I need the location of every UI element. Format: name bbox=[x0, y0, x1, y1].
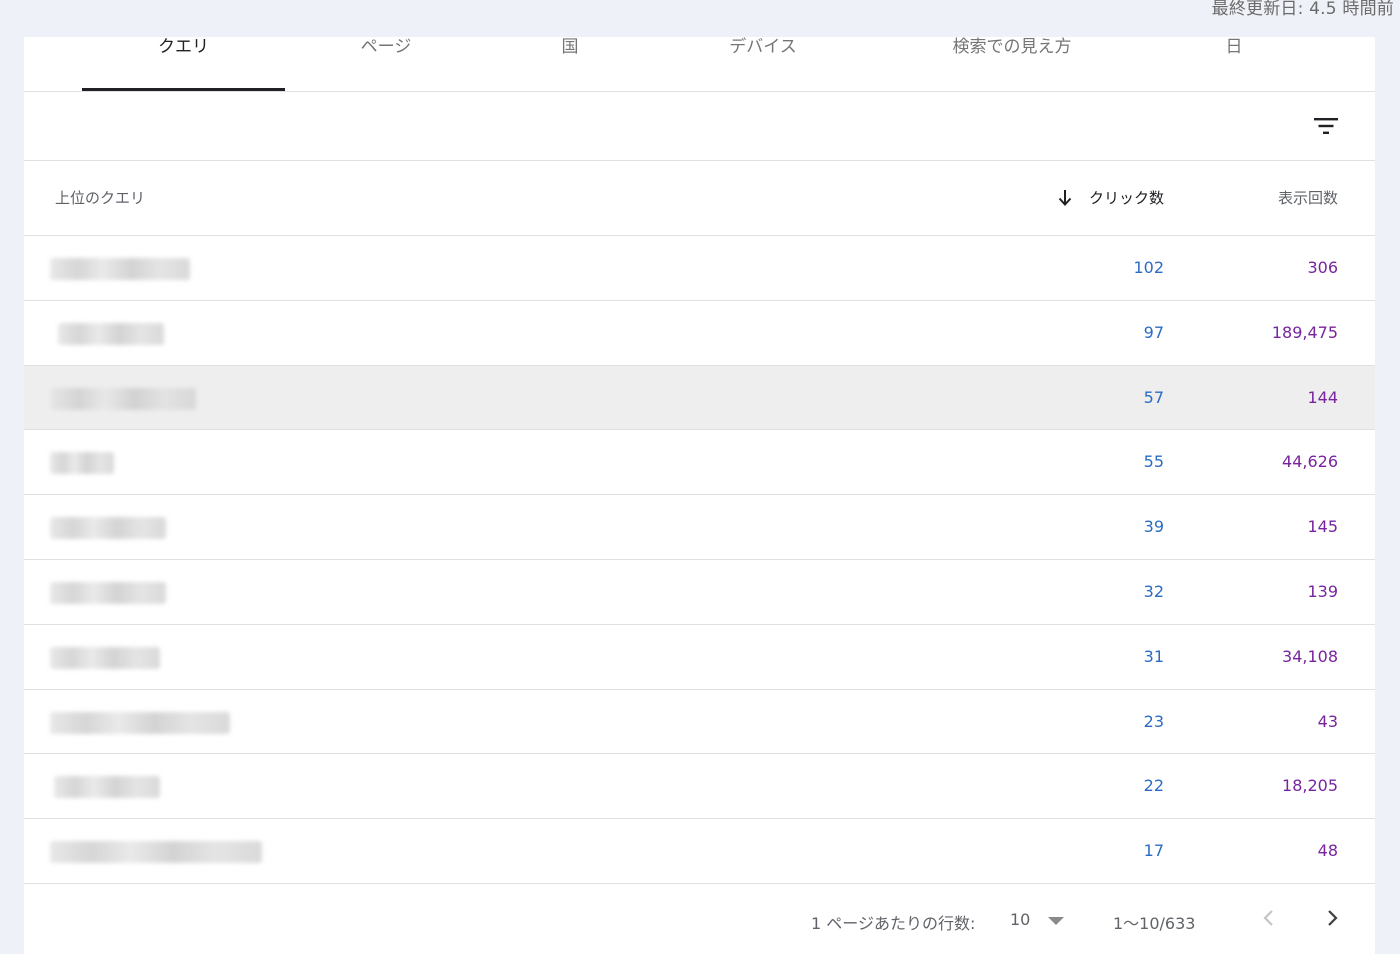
last-updated-text: 最終更新日: 4.5 時間前 bbox=[1211, 0, 1394, 19]
table-row[interactable]: 23 43 bbox=[24, 690, 1375, 755]
tab-country[interactable]: 国 bbox=[520, 35, 620, 90]
table-row[interactable]: 22 18,205 bbox=[24, 754, 1375, 820]
table-row[interactable]: 32 139 bbox=[24, 560, 1375, 625]
rows-per-page-label: 1 ページあたりの行数: bbox=[811, 914, 976, 933]
table-row[interactable]: 55 44,626 bbox=[24, 430, 1375, 496]
clicks-cell: 23 bbox=[1143, 711, 1164, 731]
clicks-cell: 55 bbox=[1143, 452, 1164, 472]
chevron-right-icon[interactable] bbox=[1320, 906, 1344, 930]
impressions-cell: 34,108 bbox=[1282, 646, 1338, 666]
tab-date[interactable]: 日 bbox=[1184, 35, 1284, 90]
dropdown-arrow-icon bbox=[1048, 917, 1064, 925]
redacted-query bbox=[50, 841, 262, 864]
impressions-cell: 48 bbox=[1317, 841, 1338, 861]
redacted-query bbox=[54, 776, 160, 799]
clicks-cell: 22 bbox=[1143, 776, 1164, 796]
redacted-query bbox=[50, 387, 196, 410]
arrow-downward-icon[interactable] bbox=[1057, 189, 1073, 207]
table-row[interactable]: 57 144 bbox=[24, 365, 1375, 431]
table-row[interactable]: 102 306 bbox=[24, 236, 1375, 301]
impressions-cell: 189,475 bbox=[1271, 322, 1338, 342]
clicks-cell: 17 bbox=[1143, 841, 1164, 861]
impressions-cell: 44,626 bbox=[1282, 452, 1338, 472]
impressions-cell: 145 bbox=[1307, 517, 1338, 537]
clicks-cell: 31 bbox=[1143, 646, 1164, 666]
table-row[interactable]: 17 48 bbox=[24, 819, 1375, 884]
clicks-cell: 57 bbox=[1143, 387, 1164, 407]
column-header-clicks[interactable]: クリック数 bbox=[1089, 187, 1164, 208]
table-header: 上位のクエリ クリック数 表示回数 bbox=[24, 161, 1375, 236]
dimension-tabs: クエリ ページ 国 デバイス 検索での見え方 日 bbox=[24, 37, 1375, 92]
performance-table-card: クエリ ページ 国 デバイス 検索での見え方 日 上位のクエリ クリック数 表示… bbox=[24, 37, 1375, 954]
impressions-cell: 144 bbox=[1307, 387, 1338, 407]
pagination-bar: 1 ページあたりの行数: 10 1〜10/633 bbox=[24, 884, 1375, 954]
redacted-query bbox=[50, 711, 230, 734]
redacted-query bbox=[50, 646, 160, 669]
redacted-query bbox=[58, 322, 164, 345]
page-range-text: 1〜10/633 bbox=[1113, 914, 1196, 933]
tab-device[interactable]: デバイス bbox=[693, 35, 833, 90]
impressions-cell: 306 bbox=[1307, 258, 1338, 277]
impressions-cell: 139 bbox=[1307, 581, 1338, 601]
chevron-left-icon[interactable] bbox=[1257, 906, 1281, 930]
redacted-query bbox=[50, 581, 166, 604]
active-tab-indicator bbox=[82, 88, 285, 91]
tab-query[interactable]: クエリ bbox=[82, 35, 285, 90]
column-header-query: 上位のクエリ bbox=[55, 189, 146, 207]
impressions-cell: 43 bbox=[1317, 711, 1338, 731]
table-row[interactable]: 31 34,108 bbox=[24, 625, 1375, 690]
column-header-impressions[interactable]: 表示回数 bbox=[1278, 187, 1338, 208]
clicks-cell: 32 bbox=[1143, 581, 1164, 601]
clicks-cell: 97 bbox=[1143, 322, 1164, 342]
redacted-query bbox=[50, 517, 166, 540]
tab-search-appearance[interactable]: 検索での見え方 bbox=[927, 35, 1097, 90]
clicks-cell: 39 bbox=[1143, 517, 1164, 537]
table-toolbar bbox=[24, 92, 1375, 161]
redacted-query bbox=[50, 258, 190, 280]
rows-per-page-value: 10 bbox=[1010, 910, 1031, 929]
table-row[interactable]: 97 189,475 bbox=[24, 301, 1375, 366]
rows-per-page-select[interactable]: 10 bbox=[1008, 904, 1070, 936]
redacted-query bbox=[50, 452, 114, 475]
table-body: 102 306 97 189,475 57 144 55 44,626 39 1… bbox=[24, 236, 1375, 884]
impressions-cell: 18,205 bbox=[1282, 776, 1338, 796]
table-row[interactable]: 39 145 bbox=[24, 495, 1375, 560]
tab-page[interactable]: ページ bbox=[311, 35, 461, 90]
clicks-cell: 102 bbox=[1133, 258, 1164, 277]
filter-list-icon[interactable] bbox=[1312, 112, 1340, 140]
